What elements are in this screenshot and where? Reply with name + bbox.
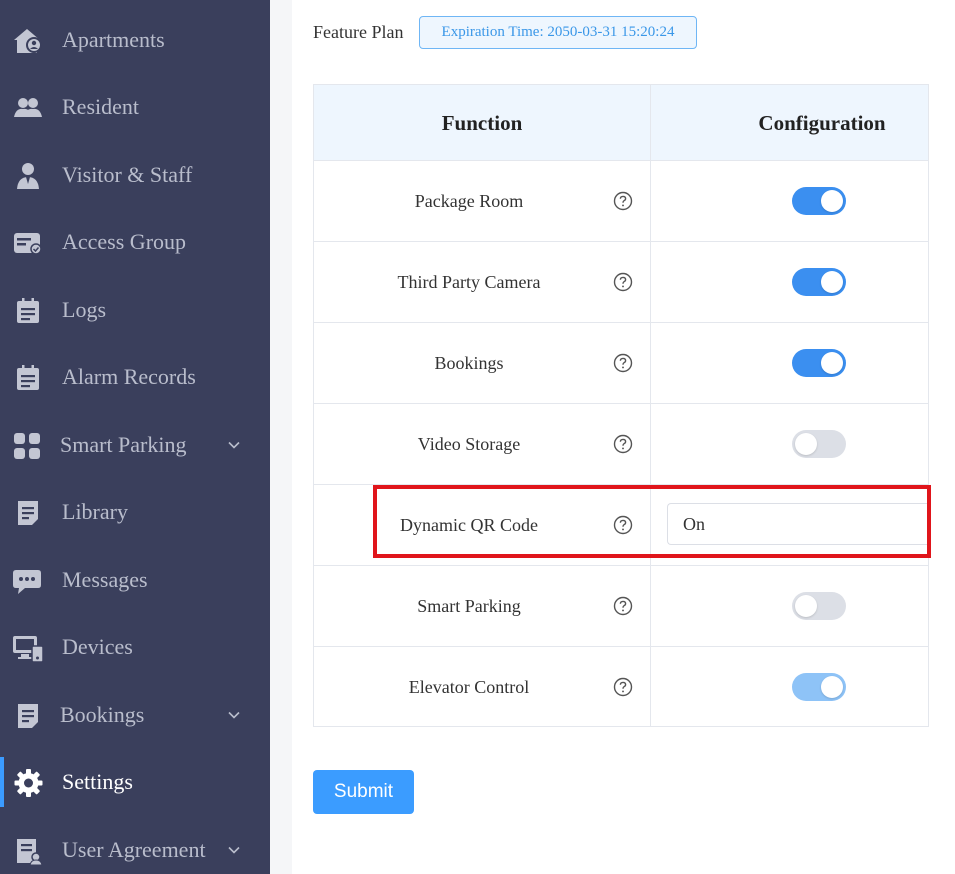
switch-knob — [821, 676, 843, 698]
sidebar-item-apartments[interactable]: Apartments — [0, 15, 270, 65]
switch-knob — [795, 433, 817, 455]
table-row: Third Party Camera — [314, 242, 928, 323]
sidebar-item-user-agreement[interactable]: User Agreement — [0, 825, 270, 874]
sidebar-item-label: Access Group — [62, 229, 187, 254]
help-icon[interactable] — [613, 272, 633, 292]
sidebar-item-label: Apartments — [62, 27, 165, 52]
help-icon[interactable] — [613, 515, 633, 535]
sidebar-item-label: Settings — [62, 769, 133, 794]
chat-icon — [13, 570, 41, 594]
sidebar-item-devices[interactable]: Devices — [0, 622, 270, 672]
dynamic-qr-code-select[interactable]: On — [667, 503, 929, 545]
table-row: Smart Parking — [314, 566, 928, 647]
help-icon[interactable] — [613, 353, 633, 373]
sidebar-item-label: Logs — [62, 297, 106, 322]
help-icon[interactable] — [613, 596, 633, 616]
chevron-down-icon[interactable] — [226, 842, 242, 858]
video-storage-switch[interactable] — [792, 430, 846, 458]
function-name: Dynamic QR Code — [400, 514, 538, 535]
agreement-icon — [17, 839, 43, 866]
sidebar-item-settings[interactable]: Settings — [0, 757, 270, 807]
sidebar-item-messages[interactable]: Messages — [0, 555, 270, 605]
expiration-badge: Expiration Time: 2050-03-31 15:20:24 — [419, 16, 697, 49]
switch-knob — [795, 595, 817, 617]
grid-icon — [14, 433, 40, 459]
help-icon[interactable] — [613, 434, 633, 454]
table-row: Bookings — [314, 323, 928, 404]
clipboard-icon — [17, 298, 39, 323]
sidebar-item-alarm-records[interactable]: Alarm Records — [0, 352, 270, 402]
sidebar-item-smart-parking[interactable]: Smart Parking — [0, 420, 270, 470]
smart-parking-switch[interactable] — [792, 592, 846, 620]
function-name: Video Storage — [417, 433, 521, 454]
sidebar-item-resident[interactable]: Resident — [0, 82, 270, 132]
residents-icon — [14, 98, 42, 117]
function-name: Bookings — [434, 352, 504, 373]
submit-button[interactable]: Submit — [313, 770, 414, 814]
bookings-switch[interactable] — [792, 349, 846, 377]
document-icon — [18, 704, 38, 728]
package-room-switch[interactable] — [792, 187, 846, 215]
table-row: Elevator Control — [314, 647, 928, 727]
switch-knob — [821, 190, 843, 212]
sidebar-item-label: Devices — [62, 634, 133, 659]
visitor-icon — [17, 163, 39, 189]
third-party-camera-switch[interactable] — [792, 268, 846, 296]
sidebar-item-label: Smart Parking — [60, 432, 187, 457]
function-name: Third Party Camera — [397, 271, 541, 292]
sidebar-item-visitor-staff[interactable]: Visitor & Staff — [0, 150, 270, 200]
clipboard-icon — [17, 365, 39, 390]
sidebar-item-label: Bookings — [60, 702, 145, 727]
chevron-down-icon[interactable] — [226, 437, 242, 453]
sidebar-item-library[interactable]: Library — [0, 487, 270, 537]
devices-icon — [13, 636, 44, 663]
sidebar-item-label: Messages — [62, 567, 148, 592]
sidebar-item-access-group[interactable]: Access Group — [0, 217, 270, 267]
content-gutter — [270, 0, 292, 874]
help-icon[interactable] — [613, 191, 633, 211]
function-name: Smart Parking — [417, 595, 521, 616]
chevron-down-icon[interactable] — [226, 707, 242, 723]
table-header: Function Configuration — [314, 85, 928, 161]
column-header-configuration: Configuration — [758, 110, 886, 135]
elevator-control-switch[interactable] — [792, 673, 846, 701]
help-icon[interactable] — [613, 677, 633, 697]
sidebar-item-label: Alarm Records — [62, 364, 196, 389]
switch-knob — [821, 271, 843, 293]
sidebar-item-label: User Agreement — [62, 837, 206, 862]
access-card-icon — [14, 233, 42, 255]
apartment-icon — [14, 29, 42, 53]
sidebar-item-logs[interactable]: Logs — [0, 285, 270, 335]
table-row: Package Room — [314, 161, 928, 242]
document-icon — [18, 501, 38, 525]
sidebar-item-label: Library — [62, 499, 128, 524]
column-header-function: Function — [441, 110, 523, 135]
function-name: Package Room — [414, 190, 524, 211]
table-row: Video Storage — [314, 404, 928, 485]
gear-icon — [14, 769, 43, 797]
sidebar-item-label: Visitor & Staff — [62, 162, 193, 187]
sidebar-item-bookings[interactable]: Bookings — [0, 690, 270, 740]
table-row: Dynamic QR Code On — [314, 485, 929, 566]
feature-plan-label: Feature Plan — [313, 22, 404, 42]
sidebar: Apartments Resident Visitor & Staff Acce… — [0, 0, 270, 874]
switch-knob — [821, 352, 843, 374]
sidebar-item-label: Resident — [62, 94, 139, 119]
feature-table: Function Configuration Package Room Thir… — [313, 84, 929, 727]
function-name: Elevator Control — [408, 676, 530, 697]
